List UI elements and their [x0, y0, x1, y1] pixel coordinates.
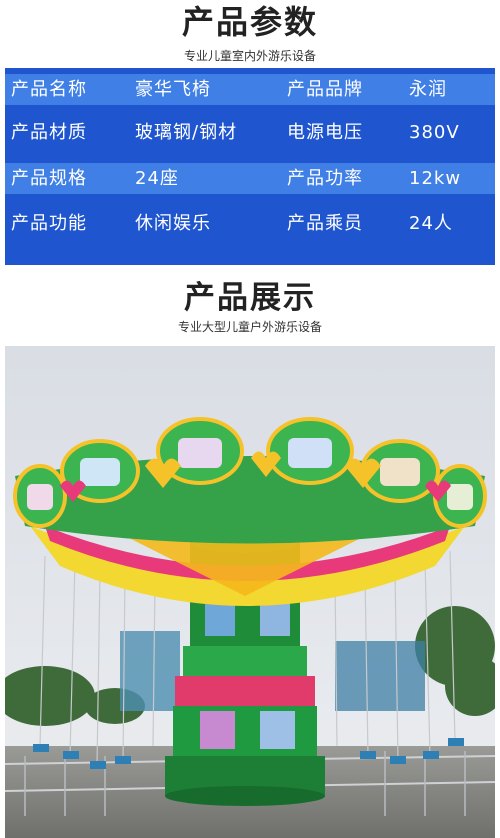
params-row: 产品材质 玻璃钢/钢材 电源电压 380V [5, 117, 495, 148]
section-title-params: 产品参数 [181, 3, 318, 41]
param-label: 产品功率 [287, 168, 363, 189]
params-row: 产品规格 24座 产品功率 12kw [5, 163, 495, 194]
param-value: 豪华飞椅 [135, 79, 211, 100]
param-value: 12kw [409, 168, 462, 189]
param-value: 玻璃钢/钢材 [135, 122, 238, 143]
params-row: 产品名称 豪华飞椅 产品品牌 永润 [5, 74, 495, 105]
param-value: 休闲娱乐 [135, 213, 211, 234]
param-label: 产品材质 [11, 122, 87, 143]
section-subtitle-params: 专业儿童室内外游乐设备 [183, 49, 316, 63]
params-table: 产品名称 豪华飞椅 产品品牌 永润 产品材质 玻璃钢/钢材 电源电压 380V … [5, 68, 495, 265]
param-value: 永润 [409, 79, 447, 100]
section-title-display: 产品展示 [184, 280, 316, 316]
param-label: 产品名称 [11, 79, 87, 100]
param-label: 产品乘员 [287, 213, 363, 234]
param-label: 产品规格 [11, 168, 87, 189]
param-label: 电源电压 [287, 122, 363, 143]
params-row: 产品功能 休闲娱乐 产品乘员 24人 [5, 208, 495, 239]
param-label: 产品品牌 [287, 79, 363, 100]
swing-ride-photo [5, 346, 495, 838]
param-value: 380V [409, 122, 460, 143]
param-label: 产品功能 [11, 213, 87, 234]
param-value: 24座 [135, 168, 179, 189]
section-subtitle-display: 专业大型儿童户外游乐设备 [177, 320, 322, 334]
param-value: 24人 [409, 213, 453, 234]
